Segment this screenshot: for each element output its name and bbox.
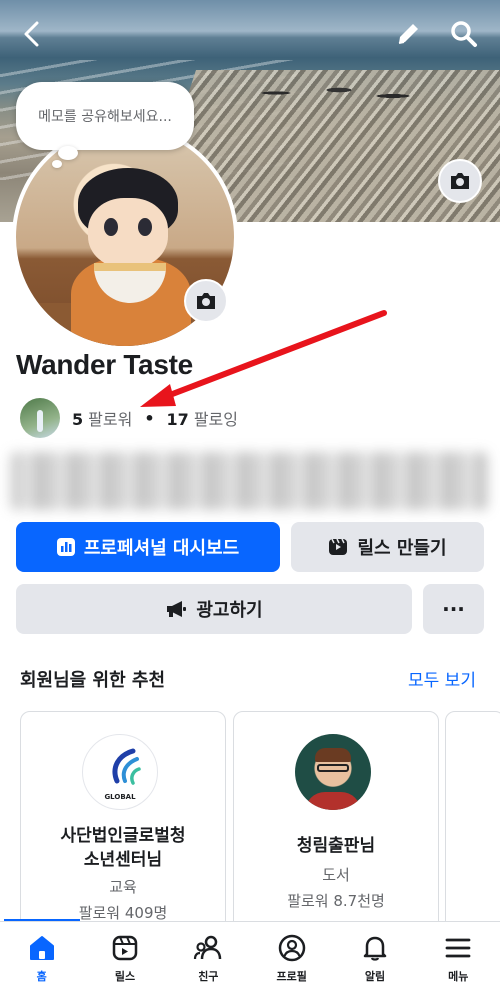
nav-reels-label: 릴스: [114, 970, 136, 983]
back-button[interactable]: [12, 14, 52, 54]
more-options-button[interactable]: ···: [423, 584, 484, 634]
note-bubble[interactable]: 메모를 공유해보세요...: [16, 82, 194, 150]
bio-blurred: [10, 452, 488, 510]
recommendation-card[interactable]: GLOBAL 사단법인글로벌청 소년센터님 교육 팔로워 409명: [20, 711, 226, 941]
avatar-face: [88, 198, 168, 268]
card-name: 청림출판님: [296, 836, 376, 856]
create-reels-button[interactable]: 릴스 만들기: [291, 522, 484, 572]
advertise-button[interactable]: 광고하기: [16, 584, 412, 634]
cover-camera-button[interactable]: [438, 159, 482, 203]
card-category: 도서: [322, 866, 350, 884]
card-avatar: [295, 734, 371, 810]
nav-profile[interactable]: 프로필: [250, 922, 333, 991]
note-bubble-tail: [58, 146, 78, 160]
follower-avatar[interactable]: [20, 398, 60, 438]
following-link[interactable]: 17 팔로잉: [167, 406, 238, 430]
bell-icon: [363, 936, 387, 961]
follow-stats: 5 팔로워 • 17 팔로잉: [20, 398, 238, 438]
megaphone-icon: [167, 601, 187, 617]
following-count: 17: [166, 410, 189, 429]
card-name: 사단법인글로벌청 소년센터님: [21, 824, 225, 872]
nav-menu-label: 메뉴: [448, 970, 469, 983]
bottom-nav: 홈 릴스 친구 프로필 알림 메뉴: [0, 921, 500, 991]
profile-icon: [278, 934, 305, 962]
global-logo-icon: [112, 748, 141, 785]
advertise-label: 광고하기: [196, 600, 263, 621]
menu-icon: [445, 938, 471, 958]
avatar-glasses: [317, 764, 349, 772]
nav-friends-label: 친구: [198, 970, 219, 983]
nav-notifications[interactable]: 알림: [333, 922, 416, 991]
reels-icon: [329, 538, 348, 555]
card-name-line2: 소년센터님: [83, 850, 163, 870]
followers-label: 팔로워: [88, 410, 133, 429]
card-avatar: GLOBAL: [82, 734, 158, 810]
chevron-left-icon: [24, 21, 39, 47]
avatar-eye: [104, 218, 118, 236]
create-reels-label: 릴스 만들기: [357, 538, 447, 559]
avatar-shirt: [305, 792, 361, 810]
note-bubble-tail-small: [52, 160, 62, 168]
reels-icon: [112, 935, 138, 961]
home-icon: [29, 936, 54, 960]
avatar-hair: [315, 748, 351, 762]
nav-profile-label: 프로필: [276, 970, 307, 983]
avatar-eye: [138, 218, 152, 236]
note-placeholder: 메모를 공유해보세요...: [38, 109, 172, 125]
see-all-link[interactable]: 모두 보기: [408, 666, 476, 691]
dashboard-icon: [56, 538, 75, 556]
card-category: 교육: [109, 878, 137, 896]
professional-dashboard-button[interactable]: 프로페셔널 대시보드: [16, 522, 280, 572]
more-icon: ···: [442, 597, 465, 621]
nav-home-label: 홈: [36, 970, 47, 983]
search-icon: [451, 21, 477, 47]
nav-friends[interactable]: 친구: [167, 922, 250, 991]
recommendation-card[interactable]: 청림출판님 도서 팔로워 8.7천명: [233, 711, 439, 941]
nav-reels[interactable]: 릴스: [83, 922, 166, 991]
following-label: 팔로잉: [193, 410, 238, 429]
card-name-line1: 사단법인글로벌청: [60, 826, 186, 846]
cover-rocks: [240, 78, 420, 108]
camera-icon: [197, 293, 215, 309]
nav-home[interactable]: 홈: [0, 922, 83, 991]
nav-notifications-label: 알림: [364, 970, 386, 983]
search-button[interactable]: [444, 14, 484, 54]
card-followers: 팔로워 8.7천명: [287, 892, 385, 910]
followers-link[interactable]: 5 팔로워: [72, 406, 132, 430]
camera-icon: [451, 173, 469, 189]
recommendations-title: 회원님을 위한 추천: [20, 670, 166, 691]
recommendation-card-partial[interactable]: [445, 711, 500, 941]
profile-name: Wander Taste: [16, 349, 193, 380]
pencil-icon: [398, 24, 418, 44]
separator-dot: •: [144, 408, 155, 428]
followers-count: 5: [72, 410, 84, 429]
avatar-camera-button[interactable]: [184, 279, 228, 323]
card-logo-text: GLOBAL: [104, 793, 136, 801]
professional-dashboard-label: 프로페셔널 대시보드: [83, 538, 240, 559]
edit-profile-button[interactable]: [388, 14, 428, 54]
friends-icon: [194, 935, 222, 960]
nav-menu[interactable]: 메뉴: [417, 922, 500, 991]
